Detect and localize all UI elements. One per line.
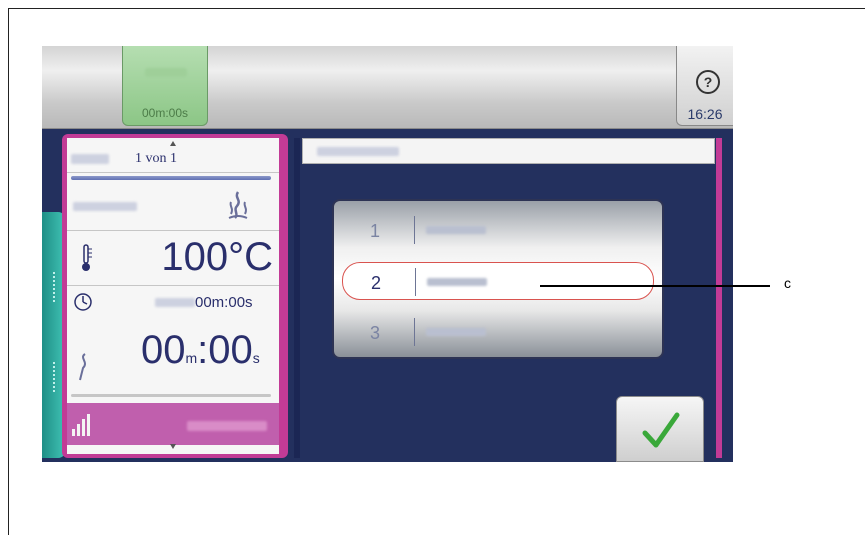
option-item-2-selected[interactable]: 2 [342,262,654,300]
option-blurred-label [426,226,486,234]
time-large-value: 00m:00s [141,328,260,373]
time-seconds-unit: s [252,350,260,366]
top-bar: 00m:00s ? 16:26 [42,46,733,129]
time-seconds: 00 [208,328,253,372]
program-counter: 1 von 1 [135,151,177,166]
program-panel-inner: 1 von 1 100°C 00m:00s 00m:00s [67,138,279,454]
frame-border-left [8,8,9,535]
steam-level-blurred-label [187,421,267,431]
cooking-mode-row[interactable] [67,182,279,231]
clock-icon [74,293,92,311]
time-separator [71,394,271,397]
side-tab-grip-bottom [53,362,57,392]
right-accent-border [716,138,722,458]
steam-level-row[interactable] [67,403,279,445]
probe-icon [79,353,86,381]
option-item-3[interactable]: 3 [342,313,654,351]
timer-tab[interactable]: 00m:00s [122,46,208,126]
program-counter-row: 1 von 1 [67,146,279,173]
time-minutes: 00 [141,328,186,372]
help-button[interactable]: ? 16:26 [676,46,733,126]
time-small-value: 00m:00s [195,294,253,311]
option-item-1[interactable]: 1 [342,211,654,249]
temperature-row[interactable]: 100°C [67,231,279,286]
selection-header [302,138,715,164]
right-area-left-border [294,138,300,458]
temperature-value: 100°C [161,235,273,279]
option-list: 1 2 3 [332,199,664,359]
steam-level-icon [72,414,90,436]
scroll-down-icon[interactable] [170,444,176,449]
side-tab-grip-top [53,272,57,302]
option-divider [415,268,416,296]
help-icon: ? [696,70,720,94]
steam-flame-icon [228,191,248,219]
timer-tab-value: 00m:00s [141,106,189,120]
option-blurred-label [426,328,486,336]
option-number: 2 [371,273,382,293]
device-screen: 00m:00s ? 16:26 1 von 1 100°C 00m:00s 00… [42,46,733,462]
confirm-button[interactable] [616,396,704,462]
time-blurred-label [155,298,195,307]
option-divider [414,318,415,346]
option-number: 1 [370,221,381,241]
checkmark-icon [642,412,680,448]
callout-line [540,285,770,287]
time-colon: : [197,328,209,372]
option-number: 3 [370,323,381,343]
option-blurred-label [427,278,487,286]
clock-display: 16:26 [687,106,723,122]
program-panel: 1 von 1 100°C 00m:00s 00m:00s [62,134,288,458]
thermometer-icon [82,244,92,271]
time-minutes-unit: m [185,350,198,366]
program-counter-blurred-label [71,154,109,164]
time-row[interactable]: 00m:00s 00m:00s [67,286,279,400]
selection-header-blurred-label [317,147,399,156]
frame-border-top [8,8,865,9]
cooking-mode-blurred-label [73,202,137,211]
timer-tab-blurred-label [145,68,187,77]
callout-label: c [784,275,791,291]
counter-progress-bar [71,176,271,180]
option-divider [414,216,415,244]
